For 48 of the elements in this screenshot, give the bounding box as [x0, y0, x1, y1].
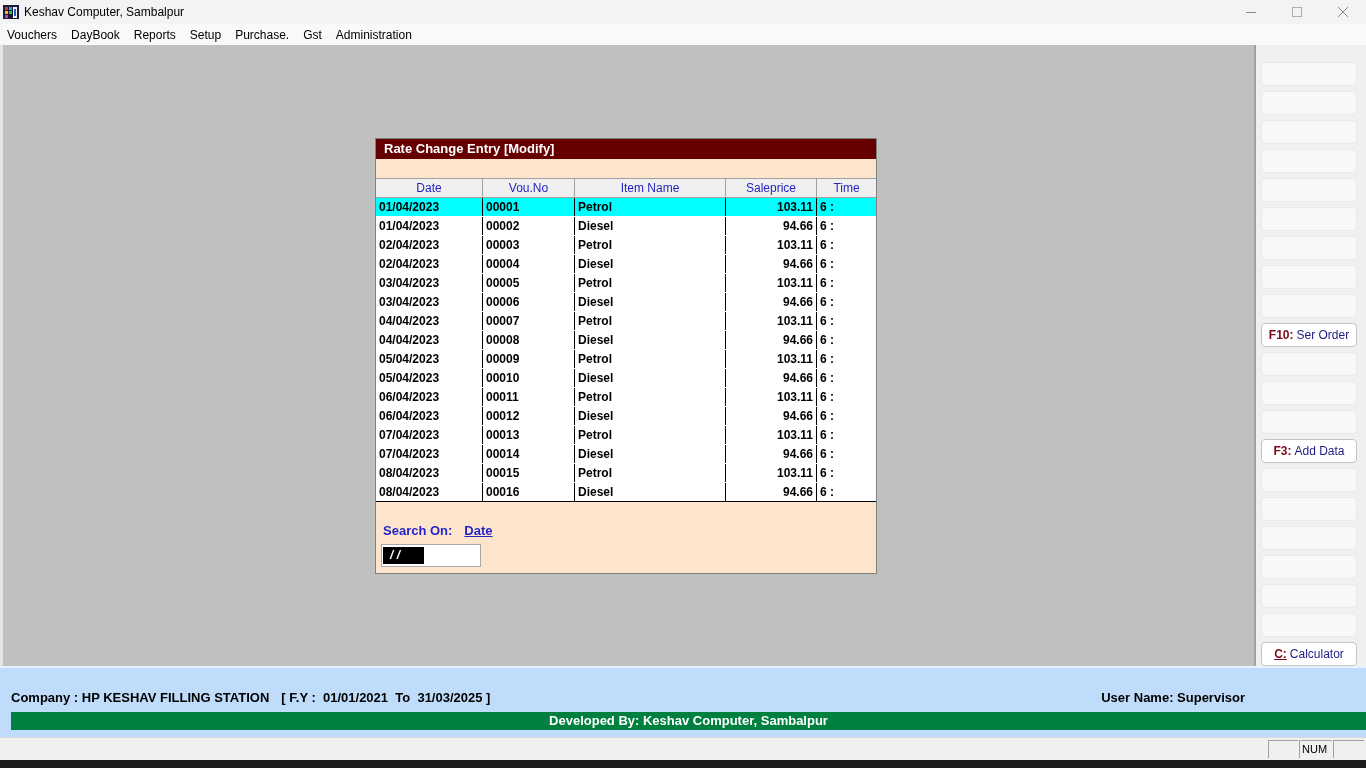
table-cell: 08/04/2023	[376, 483, 483, 501]
table-cell-text: 6 :	[819, 218, 835, 235]
command-button[interactable]: C: Calculator	[1261, 642, 1357, 666]
table-cell: Diesel	[575, 483, 726, 501]
command-button[interactable]: F3: Add Data	[1261, 439, 1357, 463]
menu-item[interactable]: Reports	[126, 24, 183, 45]
table-cell-text: 6 :	[819, 275, 835, 292]
table-cell-text: 6 :	[819, 351, 835, 368]
table-cell: 00016	[483, 483, 575, 501]
table-cell-text: 6 :	[819, 484, 835, 501]
table-cell-text: 6 :	[819, 408, 835, 425]
close-icon	[1338, 7, 1348, 17]
table-cell-text: 6 :	[819, 389, 835, 406]
table-cell-text: 6 :	[819, 332, 835, 349]
search-label: Search On:	[383, 522, 453, 541]
window-title: Keshav Computer, Sambalpur	[24, 4, 185, 21]
table-row[interactable]: 01/04/2023 00001 Petrol 103.11 6 :	[376, 197, 876, 216]
menu-item[interactable]: Administration	[328, 24, 419, 45]
search-field-link[interactable]: Date	[464, 521, 493, 541]
table-cell-text: 6 :	[819, 427, 835, 444]
menu-item[interactable]: Vouchers	[0, 24, 65, 45]
app-icon	[3, 4, 19, 20]
column-header[interactable]: Time	[817, 179, 876, 197]
table-cell-text: 6 :	[819, 237, 835, 254]
table-cell-text: 6 :	[819, 465, 835, 482]
company-name: Company : HP KESHAV FILLING STATION	[11, 689, 270, 708]
search-input[interactable]: / /	[381, 544, 481, 567]
table-cell-text: 6 :	[819, 199, 835, 216]
maximize-icon	[1292, 7, 1302, 17]
developer-banner: Developed By: Keshav Computer, Sambalpur	[11, 712, 1366, 730]
dialog-title: Rate Change Entry [Modify]	[376, 139, 876, 159]
table-cell-text: 6 :	[819, 313, 835, 330]
financial-year: [ F.Y : 01/01/2021 To 31/03/2025 ]	[281, 689, 491, 708]
status-panel: NUM	[1299, 740, 1332, 758]
user-name: User Name: Supervisor	[1101, 689, 1245, 708]
menu-item[interactable]: Setup	[182, 24, 229, 45]
menu-item[interactable]: Purchase.	[228, 24, 297, 45]
status-panel	[1268, 740, 1298, 758]
minimize-icon	[1246, 11, 1256, 13]
table-cell-text: 6 :	[819, 370, 835, 387]
menu-item[interactable]: Gst	[296, 24, 329, 45]
menu-item[interactable]: DayBook	[64, 24, 127, 45]
table-cell: 94.66	[726, 483, 817, 501]
command-button[interactable]: F10: Ser Order	[1261, 323, 1357, 347]
table-cell-text: 6 :	[819, 294, 835, 311]
status-panel	[1333, 740, 1364, 758]
table-cell-text: 6 :	[819, 446, 835, 463]
table-cell-text: 6 :	[819, 256, 835, 273]
